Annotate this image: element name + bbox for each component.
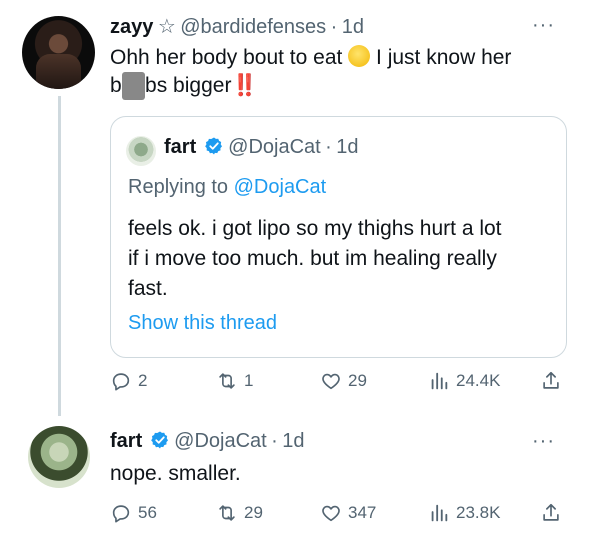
blushing-emoji-icon <box>348 45 371 67</box>
more-options-icon[interactable]: ··· <box>532 430 555 453</box>
replying-to-label: Replying to <box>128 176 229 198</box>
views-icon <box>431 504 448 522</box>
tweet1-text-line1: Ohh her body bout to eat <box>110 46 343 69</box>
reply-icon <box>112 505 130 523</box>
reply-button[interactable]: 2 <box>110 370 147 392</box>
retweet-icon <box>219 505 235 521</box>
tweet1-handle[interactable]: @bardidefenses <box>180 16 326 38</box>
views-count: 24.4K <box>456 371 501 390</box>
more-options-icon[interactable]: ··· <box>532 14 555 37</box>
separator-dot: · <box>325 136 332 158</box>
reply-count: 56 <box>138 503 157 522</box>
tweet2-text: nope. smaller. <box>110 462 241 485</box>
like-count: 347 <box>348 503 377 522</box>
heart-icon <box>322 373 340 390</box>
retweet-button[interactable]: 1 <box>216 370 253 392</box>
replying-to-handle[interactable]: @DojaCat <box>234 176 327 198</box>
quote-handle[interactable]: @DojaCat <box>228 136 321 158</box>
reply-count: 2 <box>138 371 148 390</box>
quote-time[interactable]: 1d <box>336 136 358 158</box>
like-count: 29 <box>348 371 367 390</box>
tweet1-header: zayy ☆ @bardidefenses · 1d <box>110 14 560 39</box>
quote-avatar[interactable] <box>126 136 156 166</box>
tweet2-handle[interactable]: @DojaCat <box>174 430 267 452</box>
avatar-zayy[interactable] <box>22 16 95 89</box>
share-icon <box>543 371 559 389</box>
views-button[interactable]: 24.4K <box>428 370 500 392</box>
quote-text-line2: if i move too much. but im healing reall… <box>128 247 497 270</box>
double-exclamation-icon: ‼️ <box>231 74 258 97</box>
heart-icon <box>322 505 340 522</box>
separator-dot: · <box>271 430 278 452</box>
quote-text-line1: feels ok. i got lipo so my thighs hurt a… <box>128 217 502 240</box>
verified-badge-icon <box>150 431 168 449</box>
censor-block: oo <box>121 72 146 100</box>
avatar-image <box>36 54 81 89</box>
show-thread-link[interactable]: Show this thread <box>128 312 277 335</box>
avatar-fart[interactable] <box>28 426 90 488</box>
tweet2-name[interactable]: fart <box>110 430 142 452</box>
retweet-count: 1 <box>244 371 254 390</box>
views-count: 23.8K <box>456 503 501 522</box>
tweet1-text-line1b: I just know her <box>376 46 512 69</box>
share-button[interactable] <box>540 502 562 524</box>
tweet1-time[interactable]: 1d <box>342 16 364 38</box>
retweet-button[interactable]: 29 <box>216 502 263 524</box>
retweet-count: 29 <box>244 503 263 522</box>
reply-button[interactable]: 56 <box>110 502 157 524</box>
tweet1-text-line2-post: bs bigger <box>145 74 232 97</box>
quote-text: feels ok. i got lipo so my thighs hurt a… <box>128 214 558 304</box>
quote-header: fart @DojaCat · 1d <box>164 136 359 159</box>
quote-name[interactable]: fart <box>164 136 196 158</box>
replying-to: Replying to @DojaCat <box>128 176 326 199</box>
tweet1-text-line2-pre: b <box>110 74 122 97</box>
verified-badge-icon <box>204 137 222 155</box>
tweet1-text: Ohh her body bout to eat I just know her… <box>110 44 570 100</box>
like-button[interactable]: 29 <box>320 370 367 392</box>
star-icon: ☆ <box>157 16 176 38</box>
tweet2-header: fart @DojaCat · 1d <box>110 430 560 453</box>
views-icon <box>431 372 448 390</box>
like-button[interactable]: 347 <box>320 502 376 524</box>
tweet1-name[interactable]: zayy <box>110 16 153 38</box>
separator-dot: · <box>330 16 338 38</box>
quote-text-line3: fast. <box>128 277 168 300</box>
thread-line <box>58 96 61 416</box>
share-button[interactable] <box>540 370 562 392</box>
retweet-icon <box>219 373 235 389</box>
views-button[interactable]: 23.8K <box>428 502 500 524</box>
tweet2-time[interactable]: 1d <box>282 430 304 452</box>
reply-icon <box>112 373 130 391</box>
share-icon <box>543 503 559 521</box>
